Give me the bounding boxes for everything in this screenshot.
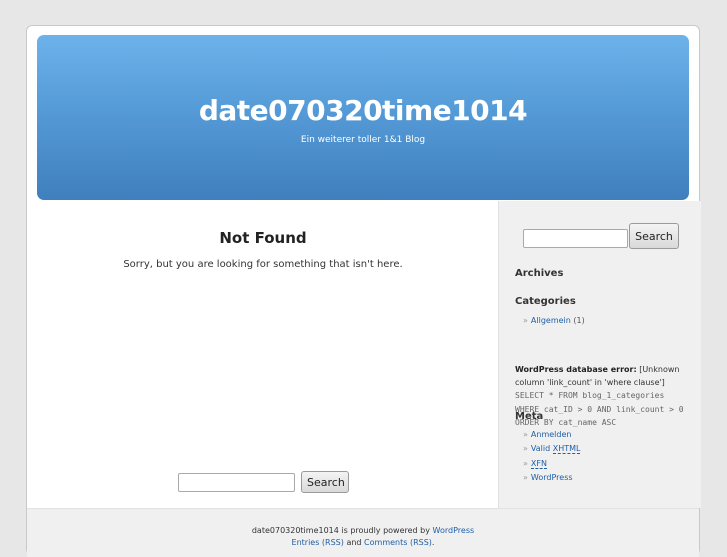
main-search-input[interactable] <box>178 473 295 492</box>
meta-link-xhtml[interactable]: XHTML <box>552 444 581 454</box>
footer-and-text: and <box>346 538 362 547</box>
meta-item-xhtml: » Valid XHTML <box>523 444 581 454</box>
not-found-message: Sorry, but you are looking for something… <box>123 259 403 270</box>
meta-link-login[interactable]: Anmelden <box>531 430 572 439</box>
blog-description: Ein weiterer toller 1&1 Blog <box>300 135 426 145</box>
bullet-icon: » <box>523 316 528 325</box>
meta-heading: Meta <box>515 411 544 422</box>
bullet-icon: » <box>523 444 528 453</box>
bullet-icon: » <box>523 430 528 439</box>
main-search-button[interactable]: Search <box>301 471 349 493</box>
meta-link-wordpress[interactable]: WordPress <box>531 473 573 482</box>
footer-powered-text: date070320time1014 is proudly powered by <box>251 526 430 535</box>
meta-item-wordpress: » WordPress <box>523 473 573 482</box>
not-found-heading: Not Found <box>219 229 307 247</box>
blog-title[interactable]: date070320time1014 <box>37 94 689 127</box>
meta-item-login: » Anmelden <box>523 430 571 439</box>
meta-link-valid[interactable]: Valid <box>531 444 550 453</box>
footer-feeds: Entries (RSS) and Comments (RSS). <box>27 538 699 547</box>
footer: date070320time1014 is proudly powered by… <box>27 508 699 557</box>
footer-entries-rss-link[interactable]: Entries (RSS) <box>292 538 344 547</box>
categories-heading: Categories <box>515 296 576 307</box>
category-count: (1) <box>573 316 585 325</box>
header-banner: date070320time1014 Ein weiterer toller 1… <box>37 35 689 200</box>
bullet-icon: » <box>523 473 528 482</box>
meta-item-xfn: » XFN <box>523 459 547 469</box>
page-container: date070320time1014 Ein weiterer toller 1… <box>26 25 701 557</box>
footer-period: . <box>431 538 435 547</box>
category-item: » Allgemein (1) <box>523 316 585 325</box>
bullet-icon: » <box>523 459 528 468</box>
sidebar: Search Archives Categories » Allgemein (1… <box>498 201 701 508</box>
main-content: Not Found Sorry, but you are looking for… <box>27 206 497 526</box>
meta-link-xfn[interactable]: XFN <box>530 459 547 469</box>
sidebar-search-button[interactable]: Search <box>629 223 679 249</box>
footer-comments-rss-link[interactable]: Comments (RSS) <box>364 538 432 547</box>
sidebar-search-input[interactable] <box>523 229 628 248</box>
db-error-label: WordPress database error: <box>515 365 637 374</box>
category-link[interactable]: Allgemein <box>531 316 571 325</box>
footer-powered-by: date070320time1014 is proudly powered by… <box>27 526 699 535</box>
archives-heading: Archives <box>515 268 564 279</box>
footer-wordpress-link[interactable]: WordPress <box>433 526 475 535</box>
